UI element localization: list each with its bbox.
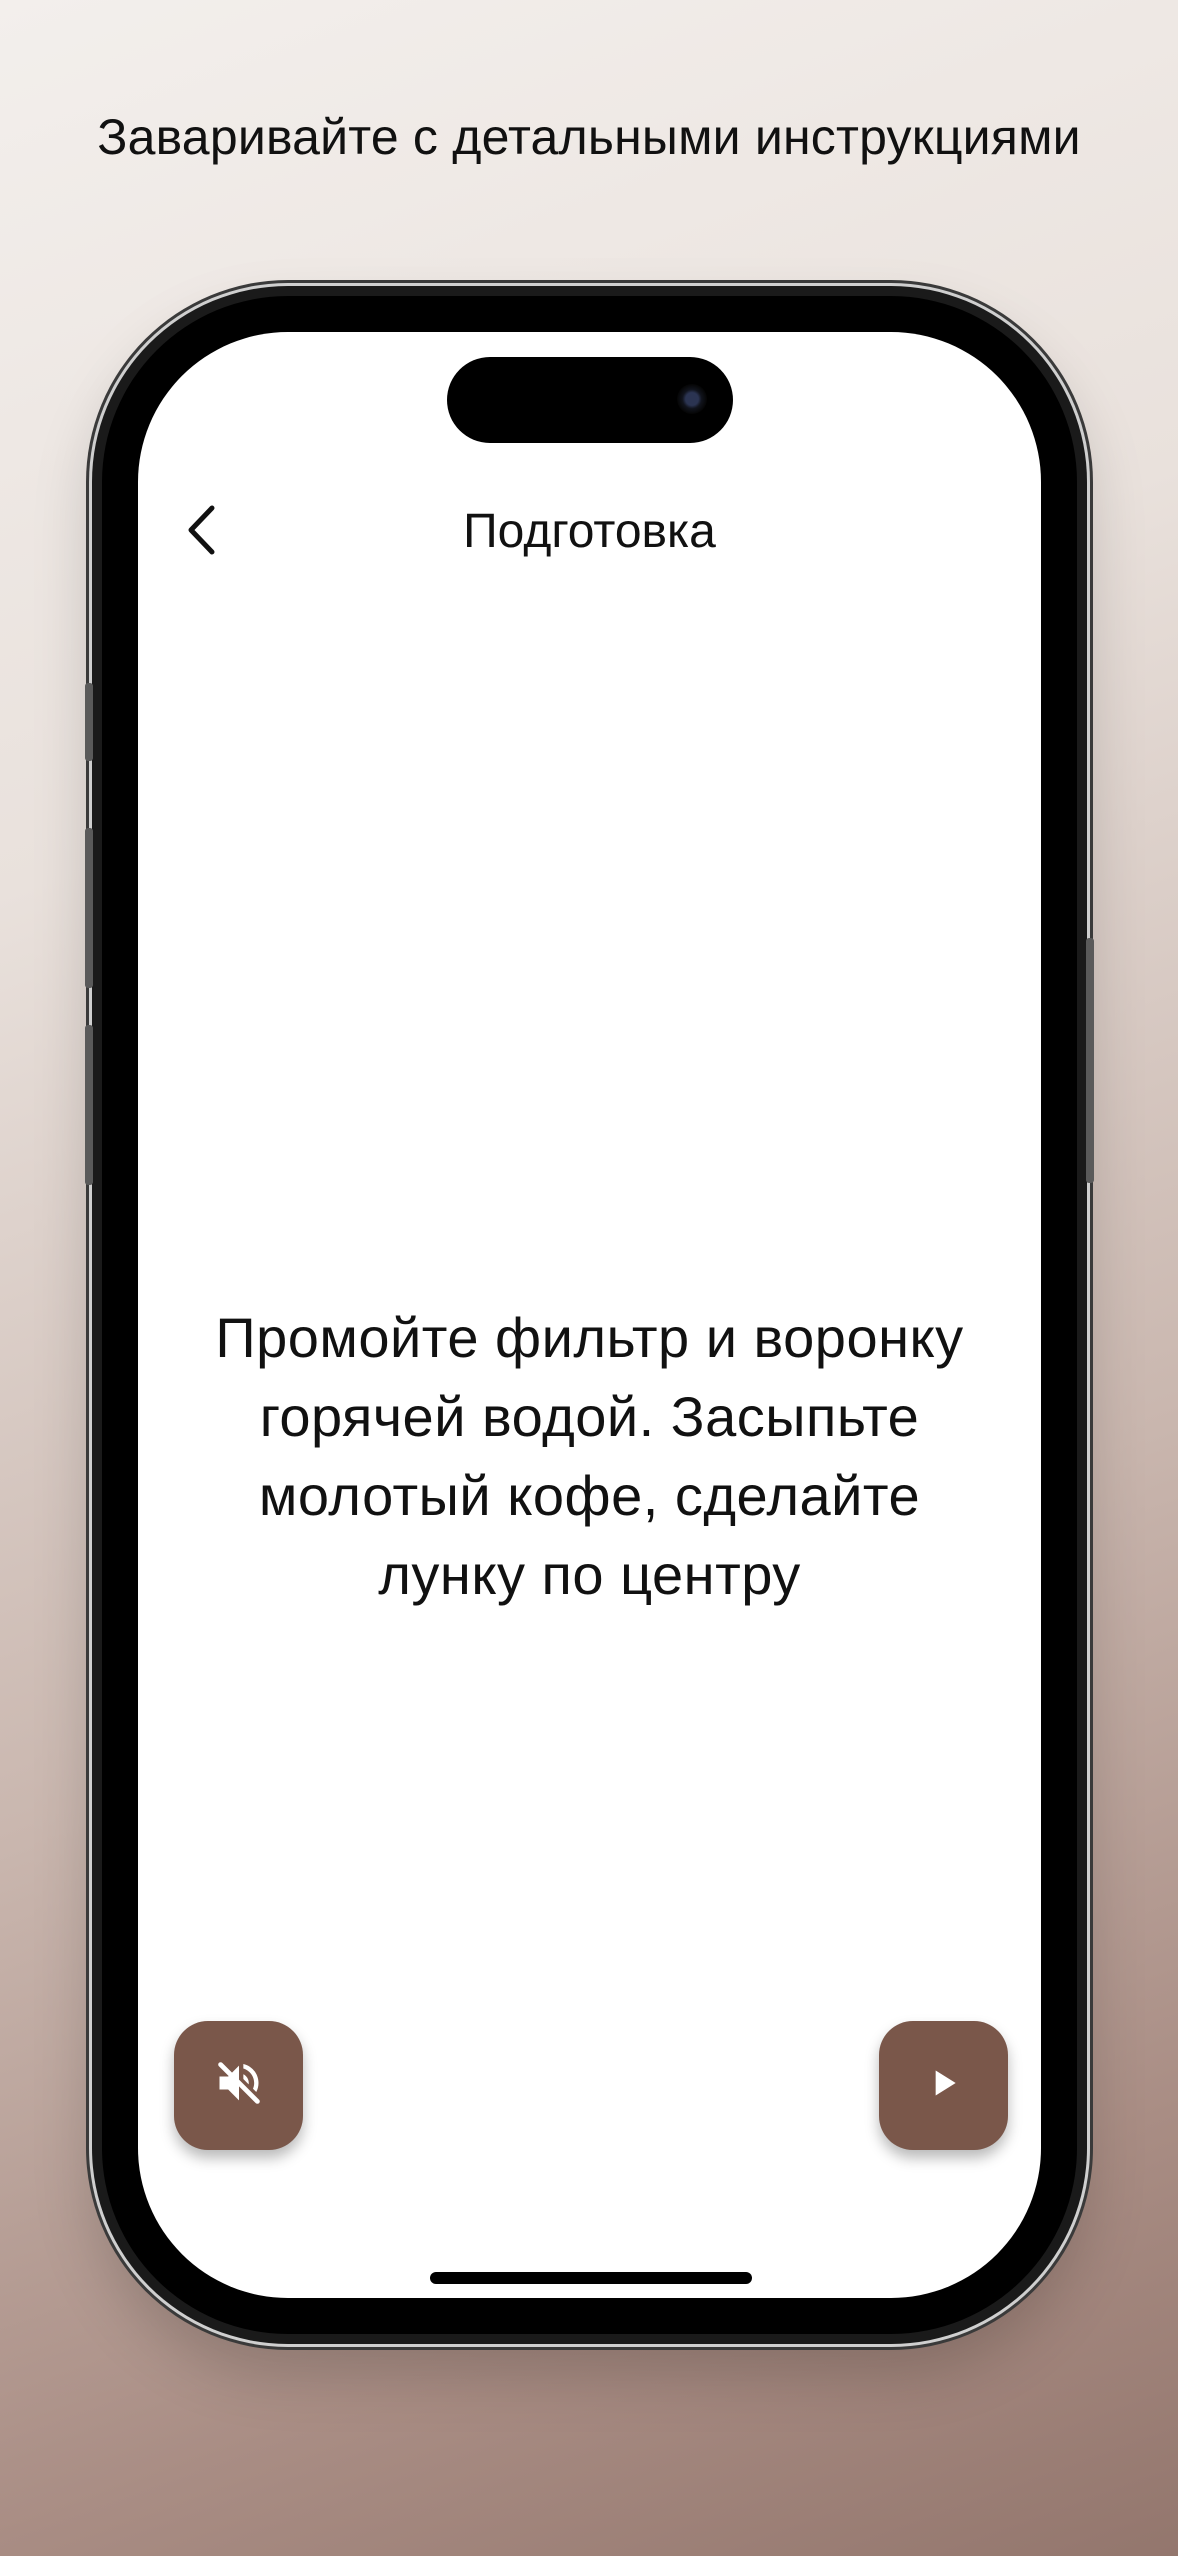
instruction-line: молотый кофе, сделайте — [258, 1464, 921, 1527]
play-icon — [924, 2063, 964, 2108]
side-button-volume-up — [85, 828, 93, 988]
volume-off-icon — [213, 2057, 265, 2114]
home-indicator[interactable] — [430, 2272, 752, 2284]
mute-button[interactable] — [174, 2021, 303, 2150]
headline: Заваривайте с детальными инструкциями — [97, 109, 1081, 165]
phone-screen: Подготовка Промойте фильтр и воронку гор… — [138, 332, 1041, 2298]
instruction-line: лунку по центру — [378, 1543, 801, 1606]
instruction-line: горячей водой. Засыпьте — [259, 1385, 920, 1448]
dynamic-island — [447, 357, 733, 443]
side-button-power — [1086, 938, 1094, 1183]
side-button-action — [85, 683, 93, 761]
instruction-line: Промойте фильтр и воронку — [215, 1306, 964, 1369]
front-camera — [677, 384, 707, 414]
side-button-volume-down — [85, 1025, 93, 1185]
play-button[interactable] — [879, 2021, 1008, 2150]
page-title: Подготовка — [463, 505, 716, 558]
instruction-text: Промойте фильтр и воронку горячей водой.… — [178, 1298, 1001, 1614]
